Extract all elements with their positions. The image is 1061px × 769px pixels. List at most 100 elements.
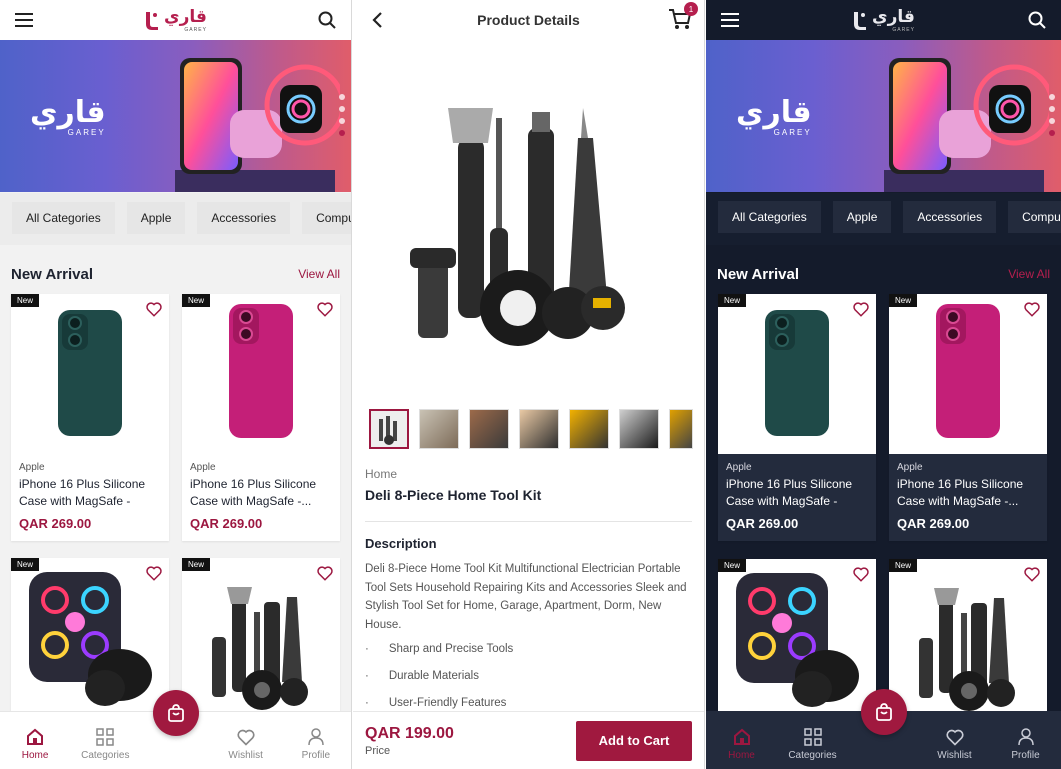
chip-all-categories[interactable]: All Categories — [12, 202, 115, 234]
chip-accessories[interactable]: Accessories — [197, 202, 291, 234]
heart-icon[interactable] — [145, 300, 163, 318]
product-main-image[interactable] — [353, 48, 704, 398]
nav-wishlist-label: Wishlist — [228, 750, 263, 761]
product-card[interactable]: New Apple iPhone 16 Plus Silicone Case w… — [889, 294, 1047, 541]
product-card[interactable]: New — [718, 559, 876, 719]
breadcrumb[interactable]: Home — [365, 467, 397, 481]
cart-button[interactable]: 1 — [668, 2, 698, 32]
heart-icon[interactable] — [316, 300, 334, 318]
nav-profile[interactable]: Profile — [286, 727, 346, 761]
product-card[interactable]: New — [889, 559, 1047, 719]
chip-computers[interactable]: Compu — [1008, 201, 1061, 233]
user-icon — [308, 728, 324, 746]
product-image: New — [889, 559, 1047, 719]
new-badge: New — [11, 294, 40, 307]
banner-devices-image — [175, 58, 340, 192]
hamburger-icon[interactable] — [12, 8, 36, 32]
nav-categories[interactable]: Categories — [783, 727, 843, 761]
search-icon[interactable] — [315, 8, 339, 32]
category-chips: All Categories Apple Accessories Compu — [718, 201, 1061, 233]
description-heading: Description — [365, 536, 437, 551]
product-name[interactable]: iPhone 16 Plus Silicone Case with MagSaf… — [726, 476, 868, 510]
product-card[interactable]: New Apple iPhone 16 Plus Silicone Case w… — [182, 294, 340, 541]
add-to-cart-button[interactable]: Add to Cart — [576, 720, 692, 761]
nav-home-label: Home — [21, 750, 49, 761]
feature-text: User-Friendly Features — [388, 697, 507, 709]
product-name[interactable]: iPhone 16 Plus Silicone Case with MagSaf… — [19, 476, 161, 510]
home-icon — [27, 728, 44, 745]
heart-icon[interactable] — [852, 565, 870, 583]
bottom-navigation: Home Categories Wishlist Profile — [0, 690, 351, 769]
product-card[interactable]: New — [11, 558, 169, 718]
logo-text: قاري — [164, 7, 207, 27]
heart-icon[interactable] — [1023, 565, 1041, 583]
chip-all-categories[interactable]: All Categories — [718, 201, 821, 233]
divider — [365, 521, 692, 522]
new-badge: New — [718, 294, 747, 307]
nav-wishlist[interactable]: Wishlist — [925, 727, 985, 761]
feature-text: Durable Materials — [388, 670, 479, 682]
heart-icon[interactable] — [316, 564, 334, 582]
thumbnail[interactable] — [419, 409, 459, 449]
home-icon — [733, 728, 750, 745]
new-badge: New — [182, 558, 211, 571]
nav-profile-label: Profile — [301, 750, 331, 761]
thumbnail[interactable] — [469, 409, 509, 449]
banner-pagination[interactable] — [1049, 94, 1055, 136]
product-card[interactable]: New Apple iPhone 16 Plus Silicone Case w… — [11, 294, 169, 541]
product-card[interactable]: New — [182, 558, 340, 718]
product-price: QAR 269.00 — [897, 516, 970, 531]
home-screen-light: قاري GAREY قاري GAREY All Categories App… — [0, 0, 352, 769]
view-all-link[interactable]: View All — [298, 267, 340, 281]
hamburger-icon[interactable] — [718, 8, 742, 32]
user-icon — [1017, 728, 1034, 746]
view-all-link[interactable]: View All — [1008, 267, 1050, 281]
chip-apple[interactable]: Apple — [832, 201, 892, 233]
logo-text: قاري — [872, 7, 915, 27]
chip-apple[interactable]: Apple — [126, 202, 186, 234]
thumbnail[interactable] — [669, 409, 693, 449]
description-text: Deli 8-Piece Home Tool Kit Multifunction… — [365, 563, 687, 631]
thumbnail[interactable] — [369, 409, 409, 449]
cart-fab-button[interactable] — [860, 689, 907, 735]
feature-item: · Sharp and Precise Tools — [365, 643, 513, 655]
product-name[interactable]: iPhone 16 Plus Silicone Case with MagSaf… — [190, 476, 332, 510]
heart-icon — [945, 729, 964, 746]
banner-logo: قاري GAREY — [30, 95, 106, 137]
banner-logo-subtext: GAREY — [773, 128, 812, 137]
product-image: New — [182, 294, 340, 454]
nav-home[interactable]: Home — [5, 727, 65, 761]
new-badge: New — [718, 559, 747, 572]
section-title: New Arrival — [717, 265, 799, 283]
thumbnail[interactable] — [569, 409, 609, 449]
product-name[interactable]: iPhone 16 Plus Silicone Case with MagSaf… — [897, 476, 1039, 510]
nav-wishlist[interactable]: Wishlist — [216, 727, 276, 761]
heart-icon[interactable] — [145, 564, 163, 582]
product-details-screen: Product Details 1 Home Deli 8-Piece Home… — [353, 0, 705, 769]
home-screen-dark: قاري GAREY قاري GAREY All Categories App… — [706, 0, 1061, 769]
product-price: QAR 269.00 — [19, 516, 92, 531]
search-icon[interactable] — [1025, 8, 1049, 32]
nav-profile[interactable]: Profile — [996, 727, 1056, 761]
banner-pagination[interactable] — [339, 94, 345, 136]
product-card[interactable]: New Apple iPhone 16 Plus Silicone Case w… — [718, 294, 876, 541]
thumbnail[interactable] — [519, 409, 559, 449]
chip-accessories[interactable]: Accessories — [903, 201, 997, 233]
bottom-navigation: Home Categories Wishlist Profile — [706, 689, 1061, 769]
nav-home[interactable]: Home — [712, 727, 772, 761]
thumbnail[interactable] — [619, 409, 659, 449]
product-price: QAR 269.00 — [190, 516, 263, 531]
promo-banner[interactable]: قاري GAREY — [0, 40, 351, 192]
app-screens: قاري GAREY قاري GAREY All Categories App… — [0, 0, 1061, 769]
category-chips: All Categories Apple Accessories Compu — [12, 202, 351, 234]
nav-categories[interactable]: Categories — [75, 727, 135, 761]
cart-fab-button[interactable] — [152, 690, 199, 736]
new-badge: New — [11, 558, 40, 571]
chevron-left-icon[interactable] — [365, 8, 389, 32]
heart-icon[interactable] — [852, 300, 870, 318]
chip-computers[interactable]: Compu — [302, 202, 351, 234]
purchase-bar: QAR 199.00 Price Add to Cart — [353, 711, 704, 769]
heart-icon[interactable] — [1023, 300, 1041, 318]
product-brand: Apple — [19, 462, 45, 473]
promo-banner[interactable]: قاري GAREY — [706, 40, 1061, 192]
